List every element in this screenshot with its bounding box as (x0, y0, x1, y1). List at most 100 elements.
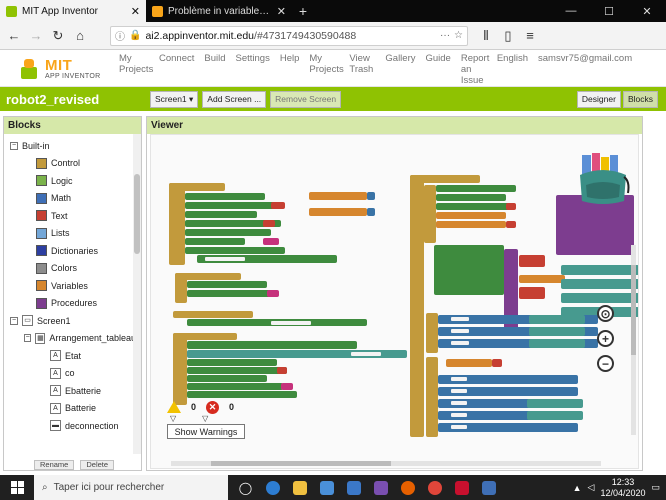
initialize-global-block[interactable] (309, 192, 367, 200)
tree-item-ebatterie[interactable]: A Ebatterie (4, 382, 141, 400)
network-icon[interactable]: ▲ (573, 483, 582, 493)
zoom-in-button[interactable]: + (597, 330, 614, 347)
tree-item-lists[interactable]: Lists (4, 225, 141, 243)
back-arrow-icon[interactable]: ← (4, 26, 24, 46)
zoom-out-button[interactable]: − (597, 355, 614, 372)
site-info-icon[interactable]: ⓘ (115, 28, 125, 43)
tree-item-dictionaries[interactable]: Dictionaries (4, 242, 141, 260)
menu-settings[interactable]: Settings (231, 53, 275, 86)
tree-arrangement[interactable]: − ▦ Arrangement_tableau1 (4, 330, 141, 348)
tree-item-math[interactable]: Math (4, 190, 141, 208)
minimize-icon[interactable]: — (552, 0, 590, 22)
collapse-toggle-icon[interactable]: − (10, 141, 18, 150)
tree-item-text[interactable]: Text (4, 207, 141, 225)
clock[interactable]: 12:33 12/04/2020 (600, 477, 645, 499)
tree-screen1[interactable]: − ▭ Screen1 (4, 312, 141, 330)
tree-item-logic[interactable]: Logic (4, 172, 141, 190)
link-view-trash[interactable]: View Trash (344, 53, 380, 86)
volume-icon[interactable]: ◁ (588, 482, 595, 493)
menu-account[interactable]: samsvr75@gmail.com (533, 53, 637, 86)
new-tab-button[interactable]: + (292, 0, 314, 22)
app-icon[interactable] (475, 475, 502, 500)
media-player-icon[interactable] (421, 475, 448, 500)
menu-my-projects[interactable]: My Projects (114, 53, 154, 86)
collapse-toggle-icon[interactable]: − (10, 316, 18, 325)
menu-icon[interactable]: ≡ (520, 26, 540, 46)
workspace-horizontal-scrollbar[interactable] (171, 461, 601, 466)
menu-help[interactable]: Help (275, 53, 305, 86)
link-guide[interactable]: Guide (420, 53, 455, 86)
tree-item-procedures[interactable]: Procedures (4, 295, 141, 313)
recenter-icon[interactable]: ⊙ (597, 305, 614, 322)
when-joystick-position-changed-block[interactable] (410, 175, 424, 437)
acrobat-icon[interactable] (448, 475, 475, 500)
remove-screen-button[interactable]: Remove Screen (270, 90, 342, 108)
mit-app-inventor-logo[interactable]: MIT APP INVENTOR (0, 50, 114, 87)
call-bluetooth-send-text-block[interactable] (434, 245, 504, 295)
tree-item-deconnection[interactable]: ▬ deconnection (4, 417, 141, 435)
blocks-workspace[interactable]: ⊙ + − 0 ✕ 0 ▽ ▽ Show Warnings (150, 134, 639, 469)
bookmark-star-icon[interactable]: ☆ (454, 30, 463, 41)
browser-tab-forum[interactable]: Problème in variable or Switch ✕ (146, 0, 292, 22)
menu-language[interactable]: English (492, 53, 533, 86)
when-connection-before-picking-block[interactable] (173, 311, 253, 318)
edge-icon[interactable] (259, 475, 286, 500)
tree-label: Dictionaries (51, 245, 99, 256)
set-bluetooth-block[interactable] (185, 193, 265, 200)
collapse-toggle-icon[interactable]: − (24, 334, 32, 343)
tree-item-co[interactable]: Aco (4, 365, 141, 383)
notifications-icon[interactable]: ▭ (651, 482, 660, 493)
start-button[interactable] (0, 475, 34, 500)
forum-favicon-icon (152, 5, 163, 17)
library-icon[interactable]: ⫴ (476, 26, 496, 46)
address-bar[interactable]: ⓘ 🔒 ai2.appinventor.mit.edu/#47317494305… (110, 25, 468, 46)
blocks-button[interactable]: Blocks (622, 90, 658, 108)
forward-arrow-icon[interactable]: → (26, 26, 46, 46)
designer-button[interactable]: Designer (576, 90, 621, 108)
photos-icon[interactable] (367, 475, 394, 500)
when-connection-after-picking-block[interactable] (173, 333, 187, 405)
link-report-issue[interactable]: Report an Issue (456, 53, 492, 86)
tree-builtin[interactable]: − Built-in (4, 137, 141, 155)
close-tab-icon[interactable]: ✕ (131, 5, 140, 18)
tree-item-colors[interactable]: Colors (4, 260, 141, 278)
close-tab-icon[interactable]: ✕ (277, 5, 286, 18)
tree-item-etat[interactable]: A Etat (4, 347, 141, 365)
page-actions-icon[interactable]: ··· (440, 30, 450, 41)
tree-item-variables[interactable]: Variables (4, 277, 141, 295)
tree-label: deconnection (65, 420, 119, 431)
delete-button[interactable]: Delete (80, 460, 115, 470)
app-inventor-favicon-icon (6, 5, 17, 17)
link-gallery[interactable]: Gallery (380, 53, 420, 86)
maximize-icon[interactable]: ☐ (590, 0, 628, 22)
sidebar-icon[interactable]: ▯ (498, 26, 518, 46)
tree-item-batterie[interactable]: A Batterie (4, 400, 141, 418)
tree-item-control[interactable]: Control (4, 155, 141, 173)
prev-warning-arrow-icon[interactable]: ▽ (170, 414, 176, 423)
backpack-icon[interactable] (574, 151, 632, 209)
tree-label: Arrangement_tableau1 (49, 333, 141, 344)
menu-build[interactable]: Build (199, 53, 230, 86)
file-explorer-icon[interactable] (286, 475, 313, 500)
add-screen-button[interactable]: Add Screen ... (202, 90, 267, 108)
task-view-icon[interactable]: ◯ (232, 475, 259, 500)
firefox-icon[interactable] (394, 475, 421, 500)
when-screen-initialize-block[interactable] (169, 183, 185, 265)
next-error-arrow-icon[interactable]: ▽ (202, 414, 208, 423)
browser-tab-app-inventor[interactable]: MIT App Inventor ✕ (0, 0, 146, 22)
screen-select[interactable]: Screen1 ▾ (150, 90, 199, 108)
reload-icon[interactable]: ↻ (48, 26, 68, 46)
store-icon[interactable] (313, 475, 340, 500)
rename-button[interactable]: Rename (34, 460, 75, 470)
blocks-tree-scrollbar[interactable] (133, 134, 141, 454)
mail-icon[interactable] (340, 475, 367, 500)
close-window-icon[interactable]: ✕ (628, 0, 666, 22)
menu-connect[interactable]: Connect (154, 53, 199, 86)
errors-count: 0 (229, 402, 235, 412)
workspace-vertical-scrollbar[interactable] (631, 245, 636, 435)
show-warnings-button[interactable]: Show Warnings (167, 424, 245, 439)
home-icon[interactable]: ⌂ (70, 26, 90, 46)
taskbar-search-box[interactable]: ⌕ Taper ici pour rechercher (34, 475, 228, 500)
link-my-projects[interactable]: My Projects (304, 53, 344, 86)
viewer-panel: Viewer ⊙ + − 0 ✕ 0 ▽ ▽ Show Warnings (146, 116, 643, 471)
